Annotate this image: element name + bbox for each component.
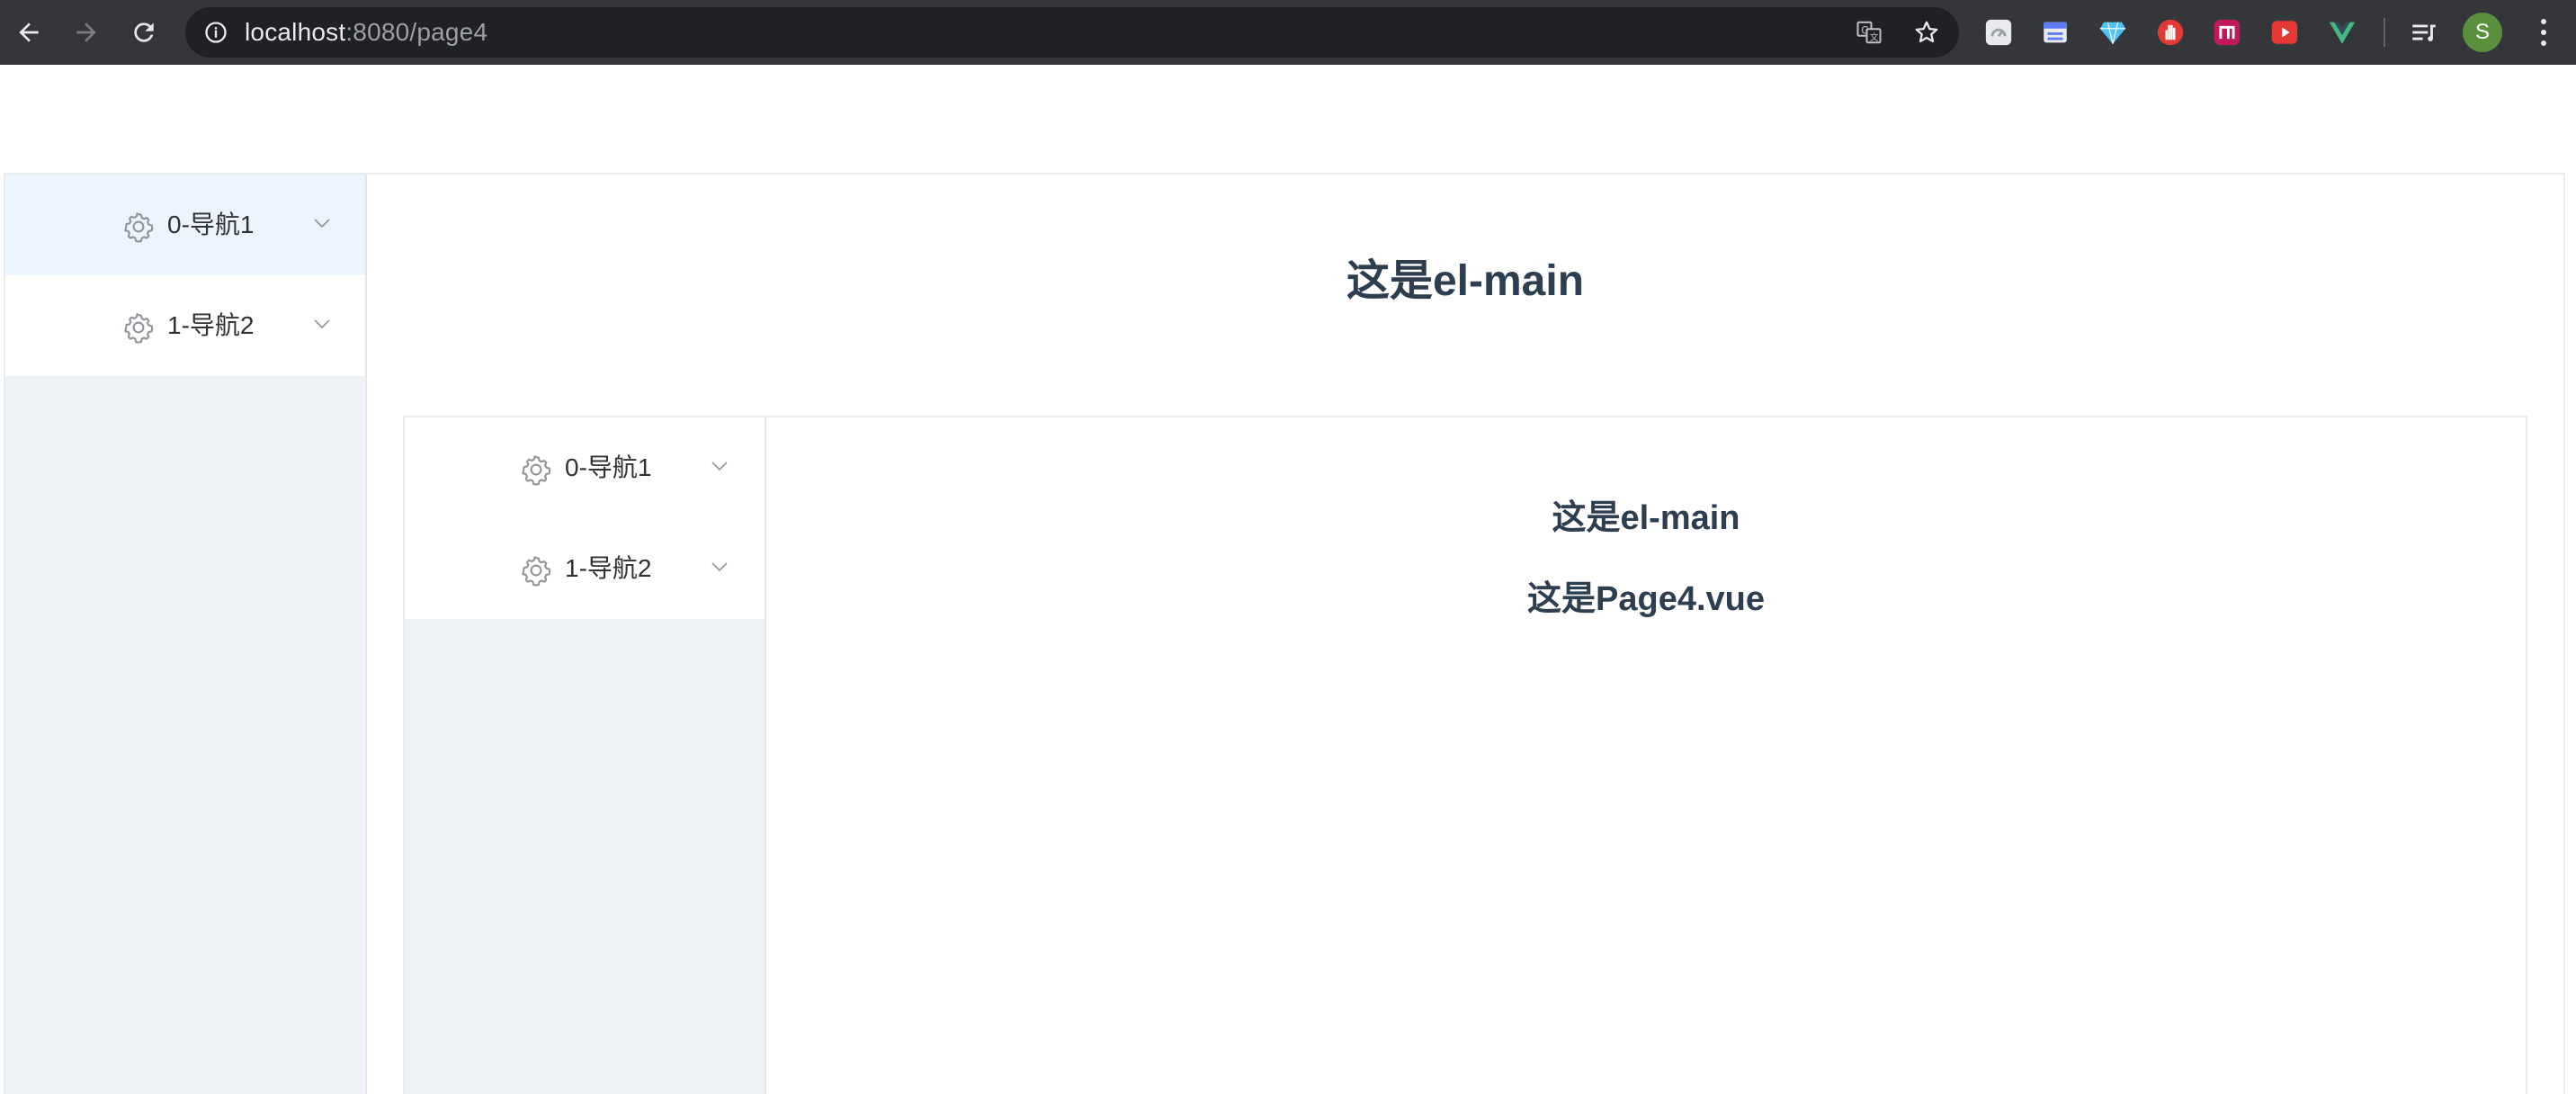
inner-submenu-nav2-label: 1-导航2 (565, 554, 652, 582)
n-badge-extension-icon[interactable] (2210, 15, 2244, 49)
inner-main: 这是el-main 这是Page4.vue (766, 417, 2526, 1094)
outer-main: 这是el-main 0-导航1 1-导航2 这是el-main 这是Page4.… (367, 175, 2563, 1094)
back-button[interactable] (0, 0, 58, 65)
chevron-down-icon (711, 462, 728, 471)
outer-submenu-nav1-label: 0-导航1 (167, 211, 255, 238)
browser-toolbar: localhost:8080/page4 G文 S (0, 0, 2576, 65)
hand-stop-extension-icon[interactable] (2153, 15, 2187, 49)
outer-aside: 0-导航1 1-导航2 (5, 175, 367, 1094)
outer-submenu-nav2[interactable]: 1-导航2 (5, 275, 365, 376)
chevron-down-icon (711, 562, 728, 572)
address-bar[interactable]: localhost:8080/page4 G文 (185, 7, 1959, 58)
outer-main-title: 这是el-main (1346, 257, 1585, 305)
outer-submenu-nav1[interactable]: 0-导航1 (5, 175, 365, 275)
gear-icon (522, 455, 551, 486)
url-path: :8080/page4 (345, 18, 488, 46)
window-extension-icon[interactable] (2038, 15, 2072, 49)
outer-container: 0-导航1 1-导航2 这是el-main 0-导航1 1-导航2 这是el-m… (4, 173, 2565, 1094)
outer-submenu-nav2-label: 1-导航2 (167, 311, 255, 339)
inner-submenu-nav2[interactable]: 1-导航2 (405, 518, 765, 619)
profile-avatar[interactable]: S (2463, 13, 2502, 52)
vertical-dots-icon[interactable] (2529, 16, 2558, 49)
inner-submenu-nav1-label: 0-导航1 (565, 453, 652, 481)
inner-aside: 0-导航1 1-导航2 (405, 417, 766, 1094)
chevron-down-icon (314, 319, 330, 329)
page-component-text: 这是Page4.vue (1527, 580, 1765, 618)
inner-container: 0-导航1 1-导航2 这是el-main 这是Page4.vue (403, 416, 2527, 1094)
inner-main-title: 这是el-main (1552, 499, 1740, 537)
url-text[interactable]: localhost:8080/page4 (245, 7, 487, 58)
inner-submenu-nav1[interactable]: 0-导航1 (405, 417, 765, 518)
play-extension-icon[interactable] (2267, 15, 2302, 49)
diamond-extension-icon[interactable] (2096, 15, 2130, 49)
reload-icon (134, 22, 154, 42)
reload-button[interactable] (115, 0, 173, 65)
speedometer-extension-icon[interactable] (1981, 15, 2016, 49)
gear-icon (124, 313, 154, 344)
arrow-right-icon (76, 22, 96, 42)
info-icon[interactable] (201, 18, 230, 47)
translate-icon[interactable]: G文 (1855, 18, 1883, 47)
chevron-down-icon (314, 219, 330, 229)
star-icon[interactable] (1912, 18, 1941, 47)
svg-text:文: 文 (1870, 31, 1879, 43)
arrow-left-icon (19, 22, 39, 42)
url-host: localhost (245, 18, 346, 46)
forward-button[interactable] (58, 0, 115, 65)
media-queue-icon[interactable] (2407, 15, 2441, 49)
gear-icon (522, 556, 551, 587)
gear-icon (124, 212, 154, 243)
vue-extension-icon[interactable] (2325, 15, 2359, 49)
toolbar-divider (2384, 18, 2385, 47)
